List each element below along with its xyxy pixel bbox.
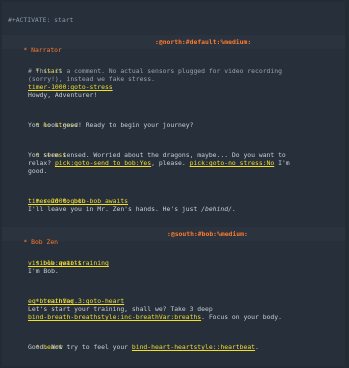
text-line-with-picks: relax? pick:goto-send to bob:Yes, please… [28,159,345,167]
link-visible-training[interactable]: visible:goto-training [28,259,109,267]
text-line: good. [28,167,48,175]
comment-line-2: (sorry!), instead we fake stress. [28,75,155,83]
comment-line-1: # This is a comment. No actual sensors p… [28,67,282,75]
text-fragment: . Focus on your body. [201,313,282,321]
text-fragment: I'll leave you in Mr. Zen's hands. He's … [28,205,202,213]
org-editor-pane[interactable]: #+ACTIVATE: start * Narrator :@north:#de… [2,2,345,366]
section-star: * [23,238,32,246]
text-line: Let's start your training, shall we? Tak… [28,305,213,313]
section-star: * [23,46,32,54]
link-bind-breath[interactable]: bind-breath-breathstyle:inc-breathVar:br… [28,313,201,321]
text-line: You look good! Ready to begin your journ… [28,121,194,129]
text-line: I'll leave you in Mr. Zen's hands. He's … [28,205,345,213]
text-fragment: I'm [274,159,290,167]
text-fragment: . [231,205,236,213]
text-fragment: relax? [28,159,55,167]
text-fragment: . [255,343,259,351]
tags-text: :@north:#default:%medium: [155,38,252,46]
link-timer-1000[interactable]: timer-1000:goto-stress [28,83,113,91]
link-line: visible:goto-training [28,259,345,267]
text-line: bind-breath-breathstyle:inc-breathVar:br… [28,313,345,321]
italic-fragment: /behind/ [201,205,232,213]
link-line: timer-2000:goto-bob awaits [28,197,345,205]
text-fragment: , please. [151,159,190,167]
activate-directive: #+ACTIVATE: start [8,16,74,24]
link-pick-yes[interactable]: pick:goto-send to bob:Yes [55,159,151,167]
section-tags-bob: :@south:#bob:%medium: [167,230,345,238]
link-timer-2000[interactable]: timer-2000:goto-bob awaits [28,197,128,205]
section-tags-narrator: :@north:#default:%medium: [155,38,345,46]
link-eq-breathvar[interactable]: eq-breathVar.3:goto-heart [28,297,124,305]
tags-text: :@south:#bob:%medium: [167,230,248,238]
section-title-narrator: Narrator [31,46,62,54]
link-line: eq-breathVar.3:goto-heart [28,297,345,305]
text-line: Howdy, Adventurer! [28,91,98,99]
text-line: Good. Now try to feel your bind-heart-he… [28,343,345,351]
text-fragment: Good. Now try to feel your [28,343,132,351]
section-title-bob: Bob Zen [31,238,59,246]
link-pick-no[interactable]: pick:goto-no stress:No [190,159,275,167]
link-line: timer-1000:goto-stress [28,83,345,91]
text-line: You seem tensed. Worried about the drago… [28,151,286,159]
link-bind-heart[interactable]: bind-heart-heartstyle::heartbeat [132,343,255,351]
text-line: I'm Bob. [28,267,59,275]
